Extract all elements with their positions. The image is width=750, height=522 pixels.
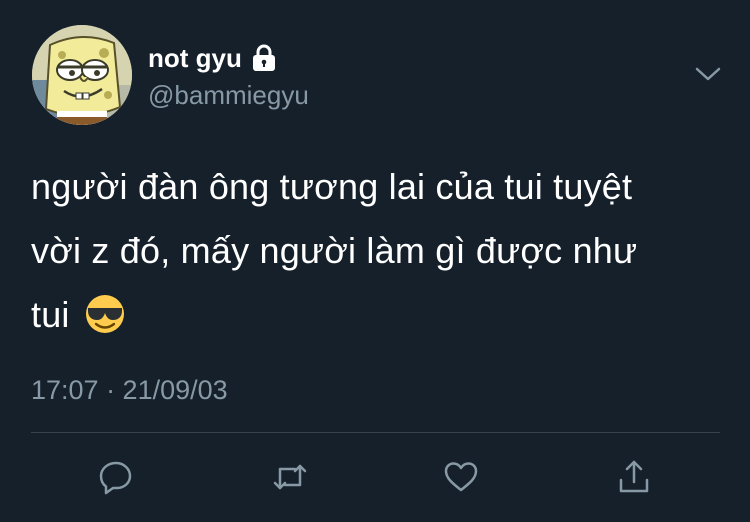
retweet-icon	[273, 464, 307, 490]
tweet-text-line: vời z đó, mấy người làm gì được như	[31, 230, 638, 271]
share-icon	[619, 460, 649, 493]
like-button[interactable]	[439, 455, 483, 499]
tweet-card: not gyu @bammiegyu người đàn ông tương l…	[0, 0, 750, 522]
display-name[interactable]: not gyu	[148, 41, 277, 75]
tweet-text-segment: tui	[31, 294, 70, 335]
chevron-down-icon[interactable]	[694, 62, 722, 86]
spongebob-avatar-icon	[32, 25, 132, 125]
user-handle[interactable]: @bammiegyu	[148, 78, 309, 112]
share-button[interactable]	[612, 455, 656, 499]
retweet-button[interactable]	[268, 455, 312, 499]
heart-icon	[444, 462, 478, 492]
divider	[31, 432, 720, 433]
tweet-text-line: người đàn ông tương lai của tui tuyệt	[31, 166, 633, 207]
smiling-face-with-sunglasses-icon	[85, 295, 124, 333]
avatar[interactable]	[32, 25, 132, 125]
tweet-text-line: tui	[31, 283, 711, 347]
reply-button[interactable]	[94, 455, 138, 499]
tweet-timestamp[interactable]: 17:07 · 21/09/03	[31, 372, 228, 408]
tweet-text: người đàn ông tương lai của tui tuyệt vờ…	[31, 155, 711, 347]
lock-icon	[252, 44, 275, 71]
display-name-text: not gyu	[148, 43, 242, 73]
reply-icon	[99, 461, 132, 495]
